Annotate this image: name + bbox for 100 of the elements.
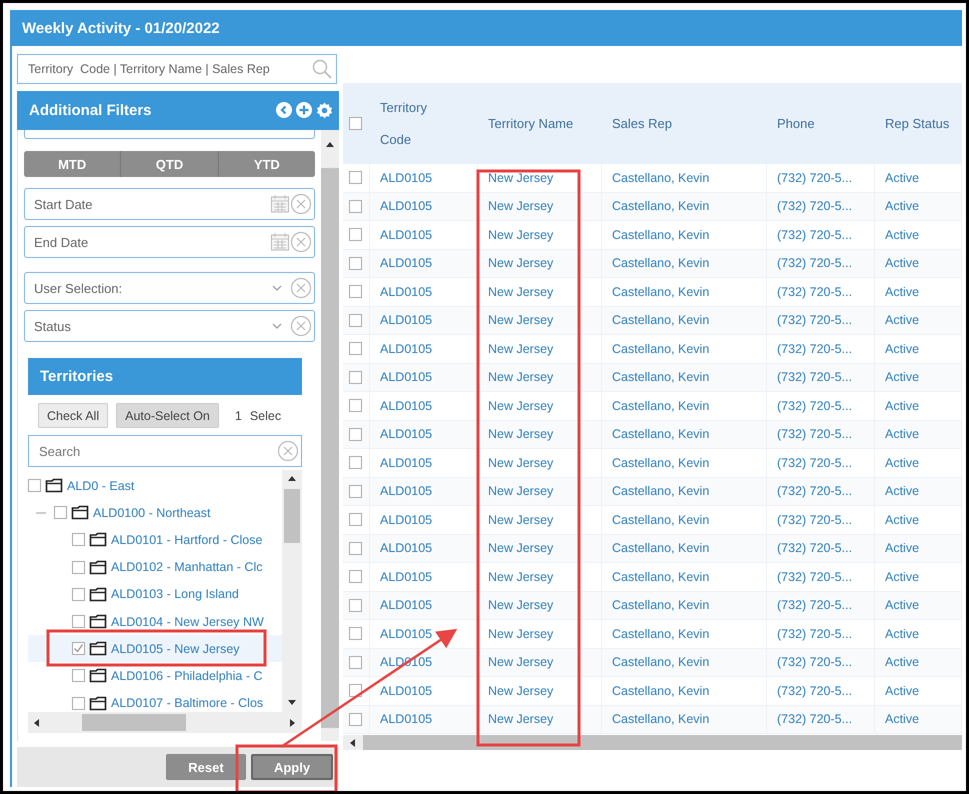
input-field[interactable] [24, 130, 315, 139]
selected-tree-row[interactable]: ALD0105 - New Jersey [28, 635, 282, 662]
apply-button[interactable]: Apply [251, 754, 333, 780]
table-cell[interactable]: ALD0105 [370, 250, 478, 278]
tree-item[interactable]: ALD0106 - Philadelphia - C [111, 668, 262, 683]
select-all-checkbox[interactable] [349, 117, 362, 130]
row-checkbox[interactable] [349, 684, 362, 698]
table-cell[interactable]: ALD0105 [370, 164, 478, 192]
tree-checkbox[interactable] [72, 560, 85, 574]
date-field[interactable]: Start Date [32, 196, 270, 212]
clear-icon[interactable] [290, 315, 312, 337]
add-icon[interactable] [296, 102, 312, 118]
scrollbar-thumb[interactable] [284, 489, 300, 543]
table-cell: New Jersey [478, 563, 602, 592]
tree-checkbox[interactable] [54, 506, 67, 520]
toggle-button[interactable]: Check All [38, 403, 108, 428]
search-field[interactable]: Territory Code | Territory Name | Sales Rep [26, 61, 312, 77]
tree-checkbox[interactable] [72, 642, 85, 656]
table-cell: New Jersey [478, 250, 602, 278]
tree-item[interactable]: ALD0103 - Long Island [111, 587, 239, 602]
tree-item[interactable]: ALD0102 - Manhattan - Clc [111, 560, 262, 574]
row-checkbox[interactable] [349, 570, 362, 584]
column-header[interactable]: Sales Rep [612, 108, 672, 140]
row-checkbox[interactable] [349, 656, 362, 669]
period-button[interactable]: MTD [24, 151, 122, 177]
clear-icon[interactable] [290, 277, 312, 299]
row-checkbox[interactable] [349, 370, 362, 384]
tree-checkbox[interactable] [72, 669, 85, 682]
tree-scrollbar[interactable] [282, 470, 302, 712]
row-checkbox[interactable] [349, 342, 362, 356]
row-checkbox[interactable] [349, 513, 362, 526]
table-cell[interactable]: ALD0105 [370, 306, 478, 335]
table-cell[interactable]: ALD0105 [370, 706, 478, 734]
table-cell: (732) 720-5... [767, 420, 875, 449]
table-cell[interactable]: ALD0105 [370, 592, 478, 620]
scroll-left-icon[interactable] [32, 718, 42, 728]
scroll-left-icon[interactable] [348, 738, 358, 748]
search-box[interactable]: Territory Code | Territory Name | Sales Rep [17, 54, 337, 84]
row-checkbox[interactable] [349, 171, 362, 184]
tree-item[interactable]: ALD0 - East [67, 478, 134, 493]
table-cell: Castellano, Kevin [602, 677, 767, 706]
tree-item[interactable]: ALD0104 - New Jersey NW [111, 614, 264, 629]
table-horizontal-scrollbar[interactable] [343, 735, 962, 750]
row-checkbox[interactable] [349, 200, 362, 213]
row-checkbox[interactable] [349, 314, 362, 327]
calendar-icon[interactable] [270, 232, 290, 252]
row-checkbox[interactable] [349, 428, 362, 441]
tree-checkbox[interactable] [72, 615, 85, 628]
scrollbar-thumb[interactable] [82, 714, 186, 731]
table-cell[interactable]: ALD0105 [370, 420, 478, 449]
table-cell: New Jersey [478, 306, 602, 335]
tree-horizontal-scrollbar[interactable] [28, 712, 302, 733]
row-checkbox[interactable] [349, 484, 362, 498]
clear-icon[interactable] [277, 440, 299, 462]
row-checkbox[interactable] [349, 285, 362, 298]
table-cell[interactable]: ALD0105 [370, 364, 478, 392]
tree-checkbox[interactable] [72, 588, 85, 601]
chevron-down-icon[interactable] [272, 322, 282, 330]
dropdown[interactable]: User Selection: [24, 272, 315, 304]
row-checkbox[interactable] [349, 228, 362, 242]
table-cell: Active [875, 420, 962, 449]
table-cell[interactable]: ALD0105 [370, 534, 478, 563]
date-picker[interactable]: Start Date [24, 188, 315, 220]
row-checkbox[interactable] [349, 456, 362, 470]
search-icon[interactable] [312, 59, 332, 79]
reset-button[interactable]: Reset [166, 754, 246, 780]
row-checkbox[interactable] [349, 627, 362, 640]
tree-item[interactable]: ALD0107 - Baltimore - Clos [111, 696, 264, 710]
select-field[interactable]: Status [32, 318, 272, 334]
settings-icon[interactable] [316, 102, 333, 119]
table-cell: Castellano, Kevin [602, 306, 767, 335]
tree-item[interactable]: ALD0101 - Hartford - Close [111, 532, 262, 547]
clear-icon[interactable] [290, 193, 312, 215]
clear-icon[interactable] [290, 231, 312, 253]
territory-search-box[interactable]: Search [28, 435, 302, 467]
scroll-up-icon[interactable] [325, 140, 335, 150]
row-checkbox[interactable] [349, 256, 362, 270]
row-checkbox[interactable] [349, 542, 362, 555]
tree-item[interactable]: ALD0105 - New Jersey [111, 642, 240, 656]
dropdown[interactable]: Status [24, 310, 315, 342]
toggle-button[interactable]: Auto-Select On [116, 403, 219, 428]
chevron-down-icon[interactable] [272, 284, 282, 292]
table-cell[interactable]: ALD0105 [370, 192, 478, 221]
back-icon[interactable] [276, 102, 292, 118]
table-cell: New Jersey [478, 278, 602, 306]
tree-item[interactable]: ALD0100 - Northeast [93, 506, 210, 520]
tree-checkbox[interactable] [72, 696, 85, 710]
row-checkbox[interactable] [349, 399, 362, 412]
date-picker[interactable]: End Date [24, 226, 315, 258]
row-checkbox[interactable] [349, 598, 362, 612]
table-cell[interactable]: ALD0105 [370, 478, 478, 506]
row-checkbox[interactable] [349, 712, 362, 726]
tree-checkbox[interactable] [72, 533, 85, 546]
date-field[interactable]: End Date [32, 234, 270, 250]
column-header[interactable]: Phone [777, 108, 815, 140]
table-cell: Active [875, 677, 962, 706]
select-field[interactable]: User Selection: [32, 280, 272, 296]
calendar-icon[interactable] [270, 194, 290, 214]
scroll-up-icon[interactable] [287, 474, 297, 484]
tree-checkbox[interactable] [28, 479, 41, 492]
